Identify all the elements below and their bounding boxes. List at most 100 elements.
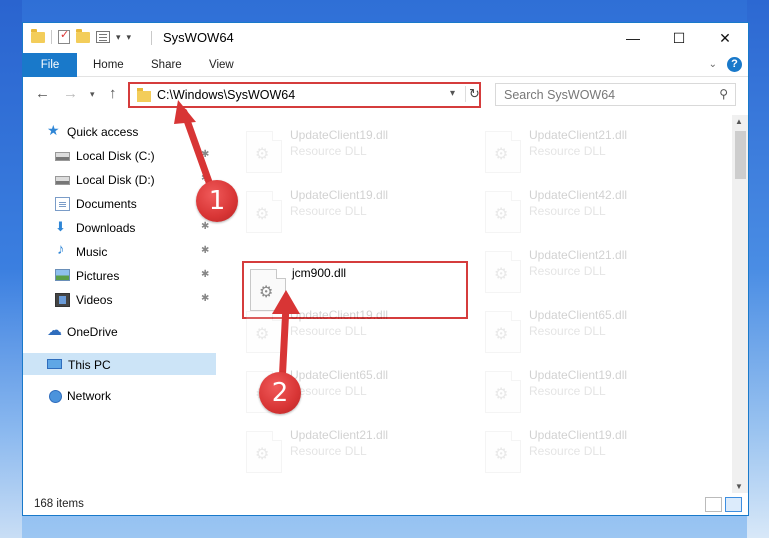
file-item[interactable]: UpdateClient21.dll Resource DLL xyxy=(481,245,705,297)
help-icon[interactable]: ? xyxy=(727,57,742,72)
window-controls: — ☐ ✕ xyxy=(610,23,748,53)
toolbar-divider xyxy=(51,30,52,44)
pictures-icon xyxy=(55,269,70,281)
file-type: Resource DLL xyxy=(529,444,606,458)
pin-icon[interactable]: ✱ xyxy=(201,245,209,256)
file-name: jcm900.dll xyxy=(292,266,347,280)
sidebar-item-label: Quick access xyxy=(67,125,139,139)
dll-file-icon xyxy=(485,431,521,473)
up-arrow-icon[interactable]: ↑ xyxy=(109,85,117,102)
file-item[interactable]: UpdateClient19.dll Resource DLL xyxy=(242,125,466,177)
sidebar-item-label: Local Disk (D:) xyxy=(76,173,155,187)
folder-icon[interactable] xyxy=(31,28,45,43)
tab-view[interactable]: View xyxy=(209,53,234,77)
dll-file-icon xyxy=(485,131,521,173)
window-title: SysWOW64 xyxy=(163,30,234,45)
file-item[interactable]: UpdateClient19.dll Resource DLL xyxy=(242,185,466,237)
file-name: UpdateClient19.dll xyxy=(290,188,389,202)
file-item[interactable]: UpdateClient21.dll Resource DLL xyxy=(242,425,466,477)
file-item[interactable]: UpdateClient19.dll Resource DLL xyxy=(481,425,705,477)
dll-file-icon xyxy=(485,371,521,413)
expand-ribbon-icon[interactable]: ⌄ xyxy=(709,59,717,70)
refresh-icon[interactable]: ↻ xyxy=(465,86,480,102)
chevron-down-icon[interactable]: ▾ xyxy=(116,32,121,43)
sidebar-item-onedrive[interactable]: OneDrive xyxy=(23,321,216,343)
tab-file[interactable]: File xyxy=(23,53,77,77)
back-arrow-icon[interactable]: ← xyxy=(35,85,50,102)
address-dropdown-icon[interactable]: ▾ xyxy=(450,88,455,99)
properties-icon[interactable] xyxy=(58,28,70,44)
computer-icon xyxy=(47,359,62,369)
sidebar-item-this-pc[interactable]: This PC xyxy=(23,353,216,375)
sidebar-item-downloads[interactable]: Downloads ✱ xyxy=(23,217,216,239)
file-type: Resource DLL xyxy=(529,144,606,158)
explorer-window: ▾ ▾ SysWOW64 — ☐ ✕ File Home Share View … xyxy=(22,22,749,516)
step-badge-1: 1 xyxy=(196,180,238,222)
ribbon-right-controls: ⌄ ? xyxy=(709,57,742,72)
sidebar-item-label: Network xyxy=(67,389,112,403)
file-type: Resource DLL xyxy=(529,384,606,398)
new-folder-icon[interactable] xyxy=(76,28,90,43)
maximize-button[interactable]: ☐ xyxy=(656,23,702,53)
scrollbar-thumb[interactable] xyxy=(735,131,746,179)
file-type: Resource DLL xyxy=(529,204,606,218)
file-item[interactable]: UpdateClient42.dll Resource DLL xyxy=(481,185,705,237)
desktop-background-left xyxy=(0,0,22,538)
close-button[interactable]: ✕ xyxy=(702,23,748,53)
sidebar-item-pictures[interactable]: Pictures ✱ xyxy=(23,265,216,287)
pin-icon[interactable]: ✱ xyxy=(201,221,209,232)
tiles-view-icon[interactable] xyxy=(725,497,742,512)
pin-icon[interactable]: ✱ xyxy=(201,269,209,280)
scroll-up-icon[interactable]: ▲ xyxy=(735,117,743,126)
dll-file-icon xyxy=(246,191,282,233)
file-item[interactable]: UpdateClient21.dll Resource DLL xyxy=(481,125,705,177)
file-type: Resource DLL xyxy=(290,444,367,458)
file-name: UpdateClient21.dll xyxy=(290,428,389,442)
title-bar: ▾ ▾ SysWOW64 — ☐ ✕ xyxy=(23,23,748,53)
address-folder-icon xyxy=(137,88,151,102)
view-switcher xyxy=(705,497,742,512)
vertical-scrollbar[interactable]: ▲ ▼ xyxy=(732,115,748,493)
tab-share[interactable]: Share xyxy=(151,53,182,77)
dll-file-icon xyxy=(485,311,521,353)
sidebar-item-label: Music xyxy=(76,245,108,259)
item-count: 168 items xyxy=(34,498,84,510)
file-type: Resource DLL xyxy=(529,264,606,278)
documents-icon xyxy=(55,197,70,211)
desktop-background-right xyxy=(747,0,769,538)
videos-icon xyxy=(55,293,70,307)
sidebar-item-network[interactable]: Network xyxy=(23,385,216,407)
address-row: ← → ▾ ↑ C:\Windows\SysWOW64 ▾ ↻ Search S… xyxy=(23,79,748,109)
file-type: Resource DLL xyxy=(290,204,367,218)
tab-home[interactable]: Home xyxy=(93,53,124,77)
customize-view-icon[interactable] xyxy=(96,31,110,43)
dll-file-icon xyxy=(246,131,282,173)
file-name: UpdateClient21.dll xyxy=(529,128,628,142)
details-view-icon[interactable] xyxy=(705,497,722,512)
file-item[interactable]: UpdateClient19.dll Resource DLL xyxy=(481,365,705,417)
search-icon[interactable]: ⚲ xyxy=(719,87,728,101)
qat-dropdown-icon[interactable]: ▾ xyxy=(127,32,132,43)
sidebar-item-label: Downloads xyxy=(76,221,136,235)
recent-locations-icon[interactable]: ▾ xyxy=(90,89,95,100)
drive-icon xyxy=(55,152,70,161)
file-name: UpdateClient19.dll xyxy=(529,428,628,442)
scroll-down-icon[interactable]: ▼ xyxy=(735,482,743,491)
file-item[interactable]: UpdateClient65.dll Resource DLL xyxy=(481,305,705,357)
sidebar-item-music[interactable]: Music ✱ xyxy=(23,241,216,263)
file-type: Resource DLL xyxy=(529,324,606,338)
dll-file-icon xyxy=(485,191,521,233)
minimize-button[interactable]: — xyxy=(610,23,656,53)
sidebar-item-label: Documents xyxy=(76,197,137,211)
file-name: UpdateClient19.dll xyxy=(290,128,389,142)
step-badge-2: 2 xyxy=(259,372,301,414)
sidebar-item-videos[interactable]: Videos ✱ xyxy=(23,289,216,311)
pin-icon[interactable]: ✱ xyxy=(201,293,209,304)
dll-file-icon xyxy=(485,251,521,293)
music-icon xyxy=(57,241,72,259)
sidebar-item-label: Videos xyxy=(76,293,113,307)
drive-icon xyxy=(55,176,70,185)
search-input[interactable]: Search SysWOW64 ⚲ xyxy=(495,83,736,106)
sidebar-item-label: Pictures xyxy=(76,269,120,283)
forward-arrow-icon[interactable]: → xyxy=(63,85,78,102)
